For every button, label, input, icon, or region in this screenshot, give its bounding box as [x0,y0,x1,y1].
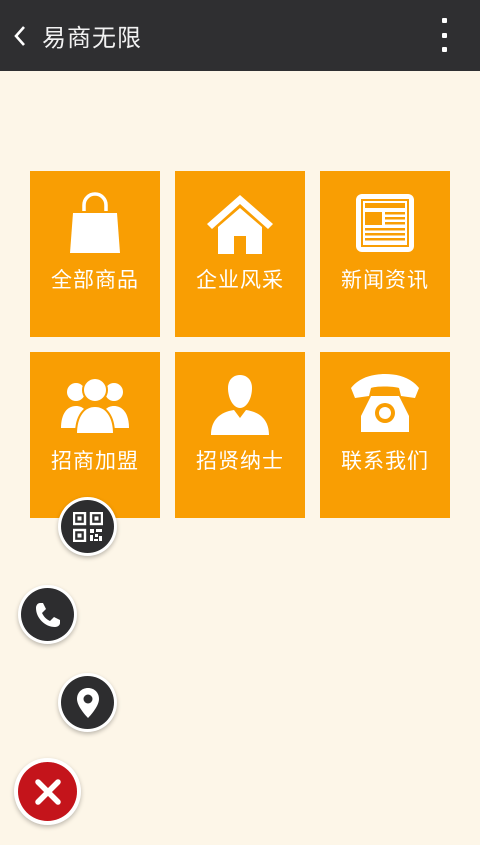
newspaper-icon [356,194,414,252]
close-menu-button[interactable] [18,762,77,821]
tile-label: 全部商品 [51,268,139,292]
tile-label: 联系我们 [341,449,429,473]
tile-recruitment[interactable]: 招贤纳士 [175,352,305,518]
more-vertical-icon [441,18,447,23]
tile-all-products[interactable]: 全部商品 [30,171,160,337]
location-pin-icon [76,687,99,718]
shopping-bag-icon [70,192,120,253]
close-icon [34,778,61,805]
phone-call-button[interactable] [21,588,74,641]
qr-code-button[interactable] [61,500,114,553]
phone-icon [35,602,60,627]
telephone-icon [351,374,419,432]
person-icon [211,375,269,435]
tile-label: 企业风采 [196,268,284,292]
back-button[interactable] [2,0,38,71]
tile-contact-us[interactable]: 联系我们 [320,352,450,518]
home-icon [207,195,273,254]
qr-code-icon [72,511,103,542]
tile-news[interactable]: 新闻资讯 [320,171,450,337]
tile-label: 招商加盟 [51,449,139,473]
tile-label: 招贤纳士 [196,449,284,473]
page-title: 易商无限 [42,24,142,52]
app-header: 易商无限 [0,0,480,71]
chevron-left-icon [14,25,25,46]
tile-company-profile[interactable]: 企业风采 [175,171,305,337]
tile-franchise[interactable]: 招商加盟 [30,352,160,518]
more-menu-button[interactable] [434,18,454,52]
tile-label: 新闻资讯 [341,268,429,292]
location-button[interactable] [61,676,114,729]
group-icon [61,377,129,435]
